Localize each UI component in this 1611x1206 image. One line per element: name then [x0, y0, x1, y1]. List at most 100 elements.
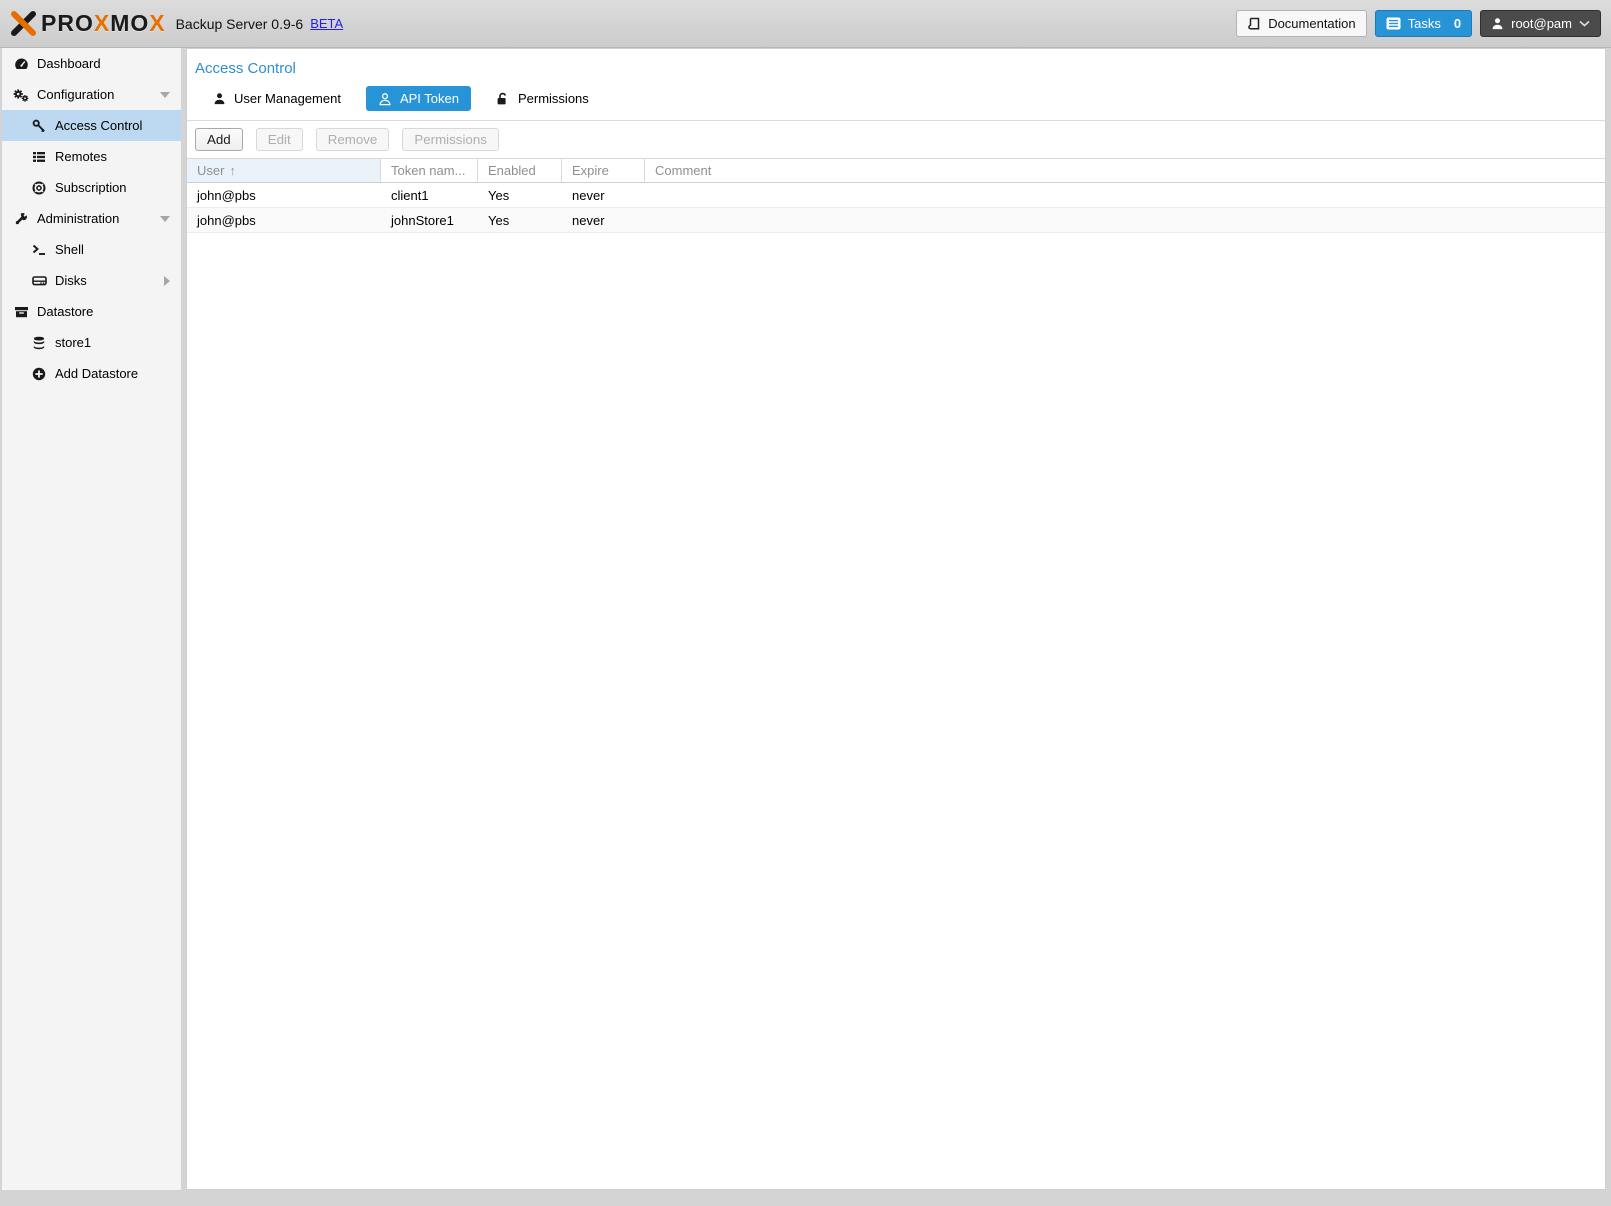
cell-token-name: johnStore1 — [381, 213, 478, 228]
sidebar-item-label: Configuration — [37, 87, 114, 102]
sidebar-item-label: store1 — [55, 335, 91, 350]
sidebar-item-shell[interactable]: Shell — [2, 234, 181, 265]
permissions-button[interactable]: Permissions — [402, 128, 499, 151]
sidebar-item-label: Subscription — [55, 180, 127, 195]
tab-label: Permissions — [518, 91, 589, 106]
table-row[interactable]: john@pbs client1 Yes never — [187, 183, 1605, 208]
proxmox-x-icon — [10, 10, 37, 37]
user-icon — [213, 92, 226, 105]
column-header-enabled[interactable]: Enabled — [478, 159, 562, 182]
sidebar-item-datastore[interactable]: Datastore — [2, 296, 181, 327]
tab-label: API Token — [400, 91, 459, 106]
chevron-down-icon — [1579, 20, 1590, 27]
sidebar-item-label: Disks — [55, 273, 87, 288]
book-icon — [1247, 17, 1261, 31]
tab-api-token[interactable]: API Token — [366, 86, 471, 111]
tab-bar: User Management API Token Permissions — [187, 81, 1605, 120]
sidebar-item-label: Remotes — [55, 149, 107, 164]
sidebar-item-label: Administration — [37, 211, 119, 226]
tab-user-management[interactable]: User Management — [201, 86, 353, 111]
column-header-expire[interactable]: Expire — [562, 159, 645, 182]
column-label: Comment — [655, 163, 711, 178]
toolbar: Add Edit Remove Permissions — [187, 120, 1605, 158]
tasks-button[interactable]: Tasks 0 — [1375, 10, 1472, 37]
sidebar-item-disks[interactable]: Disks — [2, 265, 181, 296]
table-empty-area — [187, 233, 1605, 1189]
sort-ascending-icon: ↑ — [229, 163, 236, 178]
tasks-label: Tasks — [1408, 16, 1441, 31]
sidebar-item-add-datastore[interactable]: Add Datastore — [2, 358, 181, 389]
cell-user: john@pbs — [187, 213, 381, 228]
secondary-sort-icon — [466, 163, 467, 171]
brand-part: X — [94, 10, 110, 36]
sidebar-item-dashboard[interactable]: Dashboard — [2, 48, 181, 79]
unlock-icon — [496, 92, 510, 106]
table-header-row: User ↑ Token nam... Enabled Expire Comme… — [187, 158, 1605, 183]
documentation-label: Documentation — [1268, 16, 1355, 31]
list-icon — [31, 150, 47, 164]
sidebar-item-remotes[interactable]: Remotes — [2, 141, 181, 172]
terminal-icon — [31, 243, 47, 256]
cell-expire: never — [562, 213, 645, 228]
proxmox-logo: PROXMOX — [10, 10, 166, 37]
column-label: Expire — [572, 163, 609, 178]
user-menu-button[interactable]: root@pam — [1480, 10, 1601, 37]
sidebar-item-subscription[interactable]: Subscription — [2, 172, 181, 203]
database-icon — [31, 336, 47, 350]
user-menu-label: root@pam — [1511, 16, 1572, 31]
column-header-token-name[interactable]: Token nam... — [381, 159, 478, 182]
brand-part: PRO — [41, 10, 94, 36]
sidebar-item-configuration[interactable]: Configuration — [2, 79, 181, 110]
add-button[interactable]: Add — [195, 128, 243, 151]
sidebar-item-store1[interactable]: store1 — [2, 327, 181, 358]
brand-part: X — [149, 10, 165, 36]
brand-part: MO — [110, 10, 149, 36]
gears-icon — [13, 88, 29, 102]
hdd-icon — [31, 274, 47, 287]
user-icon — [1491, 17, 1504, 30]
column-label: User — [197, 163, 224, 178]
gauge-icon — [13, 57, 29, 71]
main-wrap: Dashboard — [0, 48, 1611, 1198]
page-title: Access Control — [187, 49, 1605, 81]
archive-icon — [13, 305, 29, 319]
sidebar-item-label: Add Datastore — [55, 366, 138, 381]
column-label: Token nam... — [391, 163, 465, 178]
life-ring-icon — [31, 181, 47, 195]
user-outline-icon — [378, 92, 392, 106]
cell-expire: never — [562, 188, 645, 203]
remove-button[interactable]: Remove — [316, 128, 390, 151]
sidebar-item-access-control[interactable]: Access Control — [2, 110, 181, 141]
edit-button[interactable]: Edit — [256, 128, 303, 151]
brand-wordmark: PROXMOX — [41, 10, 166, 37]
cell-user: john@pbs — [187, 188, 381, 203]
wrench-icon — [13, 212, 29, 226]
sidebar-item-label: Access Control — [55, 118, 142, 133]
sidebar-item-label: Datastore — [37, 304, 93, 319]
column-label: Enabled — [488, 163, 536, 178]
sidebar-item-administration[interactable]: Administration — [2, 203, 181, 234]
plus-circle-icon — [31, 367, 47, 381]
cell-enabled: Yes — [478, 188, 562, 203]
chevron-right-icon[interactable] — [164, 276, 170, 286]
tab-label: User Management — [234, 91, 341, 106]
cell-enabled: Yes — [478, 213, 562, 228]
app-header: PROXMOX Backup Server 0.9-6 BETA Documen… — [0, 0, 1611, 48]
sidebar-item-label: Shell — [55, 242, 84, 257]
beta-link[interactable]: BETA — [310, 16, 343, 31]
key-icon — [31, 119, 47, 133]
sidebar-item-label: Dashboard — [37, 56, 101, 71]
sidebar: Dashboard — [2, 48, 181, 1190]
column-header-user[interactable]: User ↑ — [187, 159, 381, 182]
documentation-button[interactable]: Documentation — [1236, 10, 1366, 37]
chevron-down-icon[interactable] — [160, 92, 170, 98]
tab-permissions[interactable]: Permissions — [484, 86, 601, 111]
task-list-icon — [1386, 17, 1401, 30]
chevron-down-icon[interactable] — [160, 216, 170, 222]
table-row[interactable]: john@pbs johnStore1 Yes never — [187, 208, 1605, 233]
column-header-comment[interactable]: Comment — [645, 159, 1605, 182]
cell-token-name: client1 — [381, 188, 478, 203]
content-panel: Access Control User Management API Token — [186, 48, 1606, 1190]
product-name: Backup Server 0.9-6 — [176, 16, 304, 32]
tasks-count-badge: 0 — [1454, 16, 1461, 31]
